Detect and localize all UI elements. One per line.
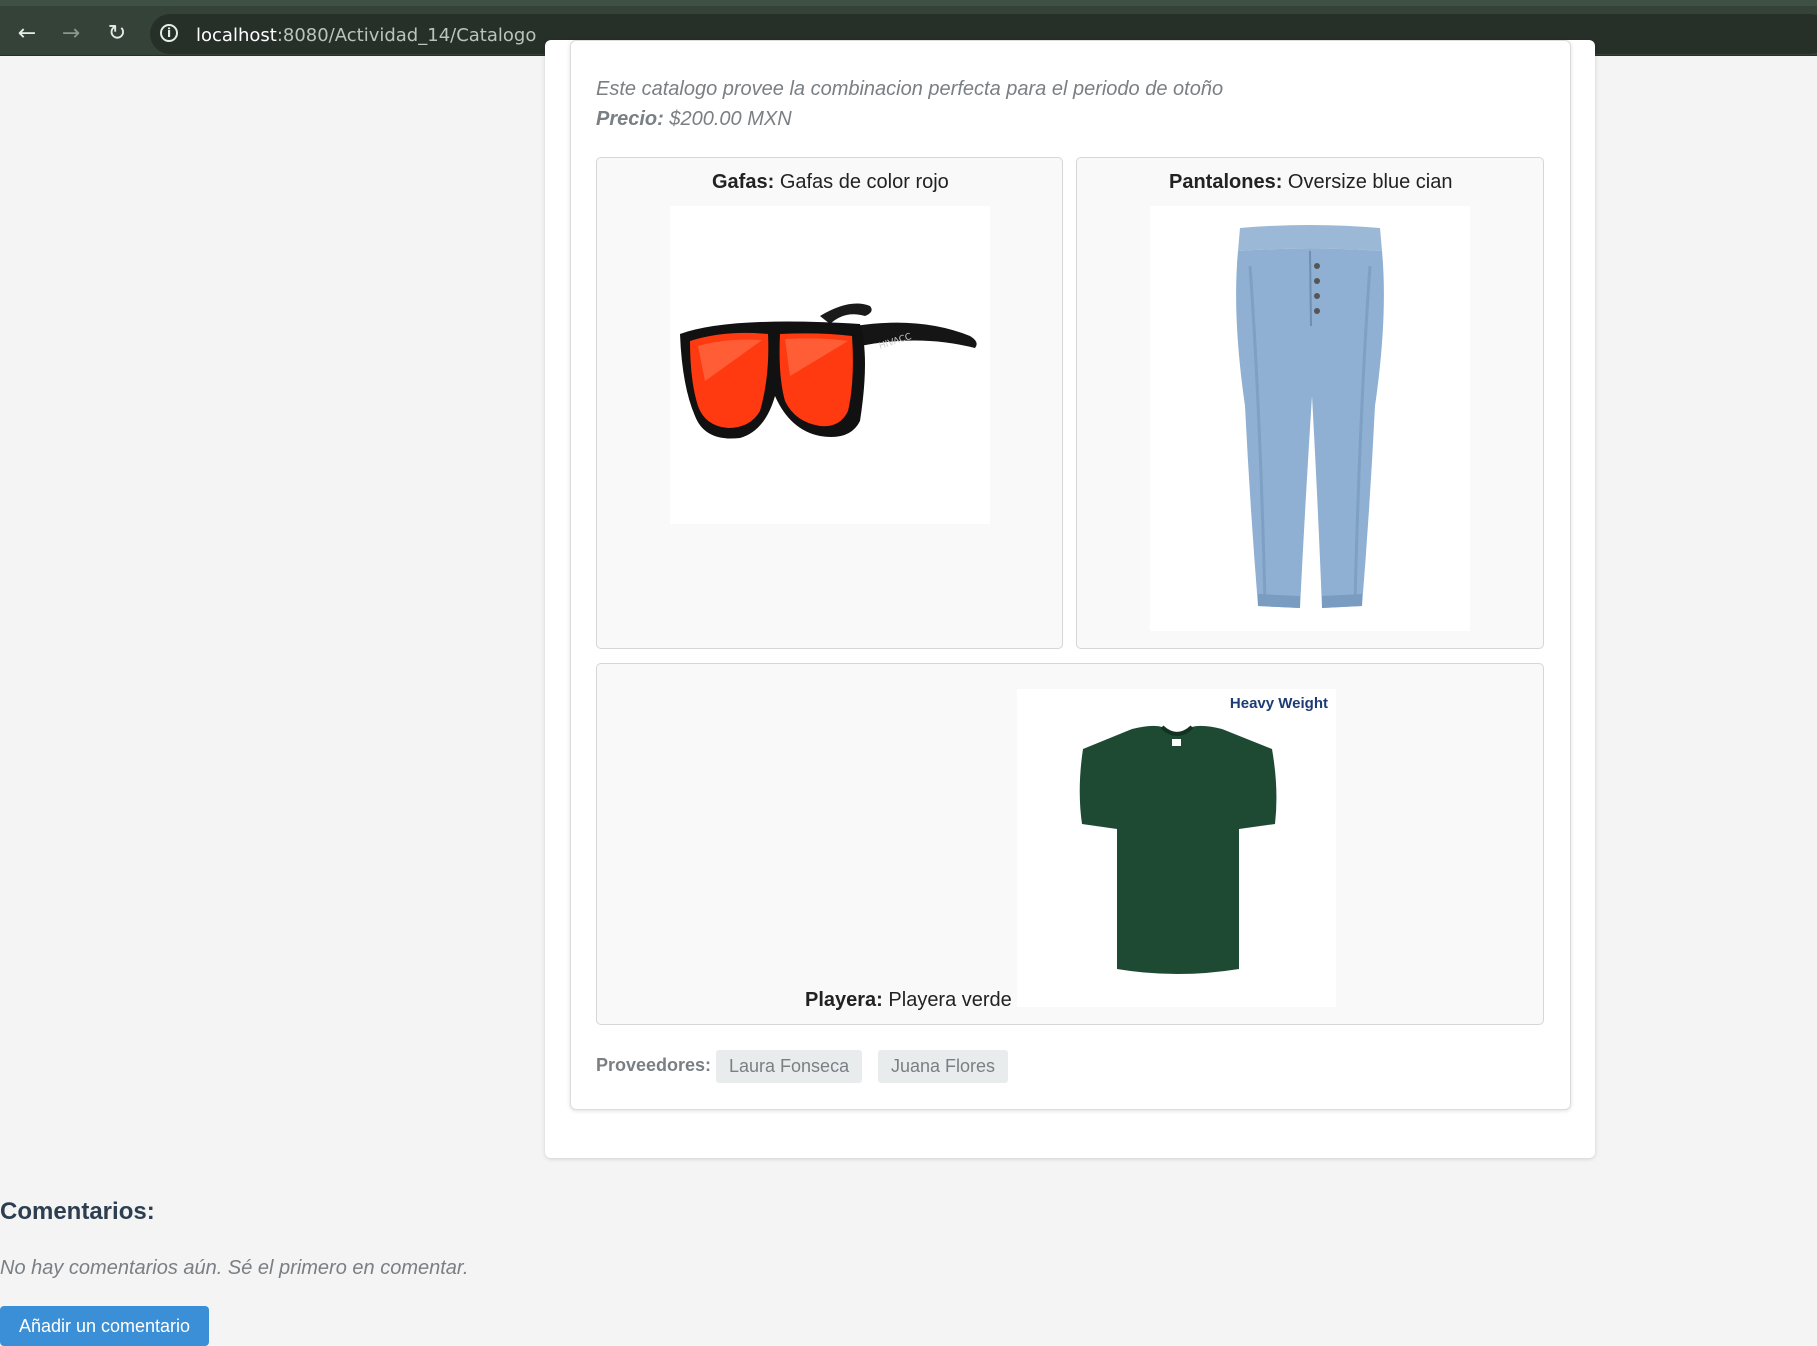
- comments-title: Comentarios:: [0, 1198, 155, 1225]
- item-card-playera: Playera: Playera verde Heavy Weight: [596, 663, 1544, 1025]
- item-title: Playera: Playera verde: [805, 989, 1012, 1011]
- item-title: Pantalones: Oversize blue cian: [1169, 171, 1453, 193]
- item-title: Gafas: Gafas de color rojo: [712, 171, 949, 193]
- arrow-right-icon[interactable]: →: [57, 20, 85, 48]
- sunglasses-image: HIVACC: [670, 206, 990, 524]
- catalog-price: Precio: $200.00 MXN: [596, 108, 792, 130]
- tshirt-image: Heavy Weight: [1017, 689, 1336, 1007]
- catalog-description: Este catalogo provee la combinacion perf…: [596, 78, 1224, 100]
- jeans-image: [1150, 206, 1470, 631]
- add-comment-button[interactable]: Añadir un comentario: [0, 1306, 209, 1346]
- no-comments-text: No hay comentarios aún. Sé el primero en…: [0, 1257, 469, 1279]
- item-card-pantalones: Pantalones: Oversize blue cian: [1076, 157, 1544, 649]
- provider-chip: Laura Fonseca: [716, 1050, 863, 1083]
- arrow-left-icon[interactable]: ←: [13, 20, 41, 48]
- provider-chip: Juana Flores: [878, 1050, 1009, 1083]
- reload-icon[interactable]: ↻: [103, 20, 131, 48]
- item-card-gafas: Gafas: Gafas de color rojo HIVACC: [596, 157, 1063, 649]
- info-icon[interactable]: i: [160, 24, 178, 42]
- providers-label: Proveedores:: [596, 1055, 712, 1075]
- url-text: localhost:8080/Actividad_14/Catalogo: [196, 25, 537, 46]
